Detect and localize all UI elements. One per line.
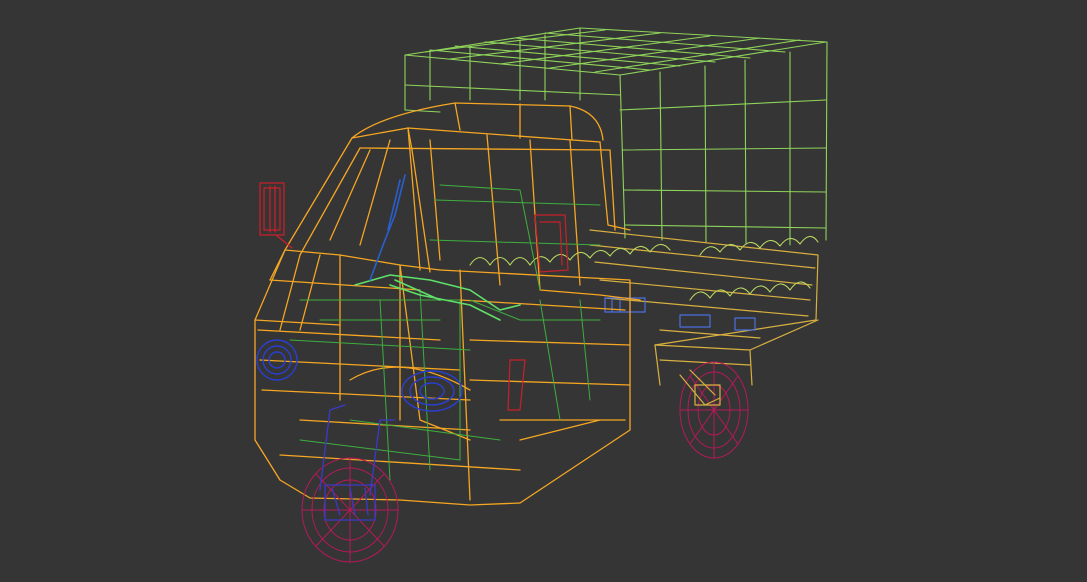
cargo-bed-wireframe: [589, 229, 819, 386]
dashboard-wireframe: [354, 274, 521, 321]
rear-wheel-wireframe: [679, 361, 749, 459]
side-mirror-wireframe: [259, 182, 293, 249]
cargo-rail-wireframe: [469, 235, 819, 301]
headlight-right: [401, 370, 463, 412]
wireframe-canvas[interactable]: [0, 0, 1087, 582]
cabin-body-wireframe: [254, 102, 641, 506]
front-wheel-wireframe: [301, 457, 399, 563]
cargo-canopy-wireframe: [404, 27, 828, 246]
headlight-left: [256, 339, 298, 381]
cabin-inner-wireframe: [289, 184, 601, 481]
cargo-latch-details: [604, 297, 756, 331]
3d-viewport[interactable]: [0, 0, 1087, 582]
